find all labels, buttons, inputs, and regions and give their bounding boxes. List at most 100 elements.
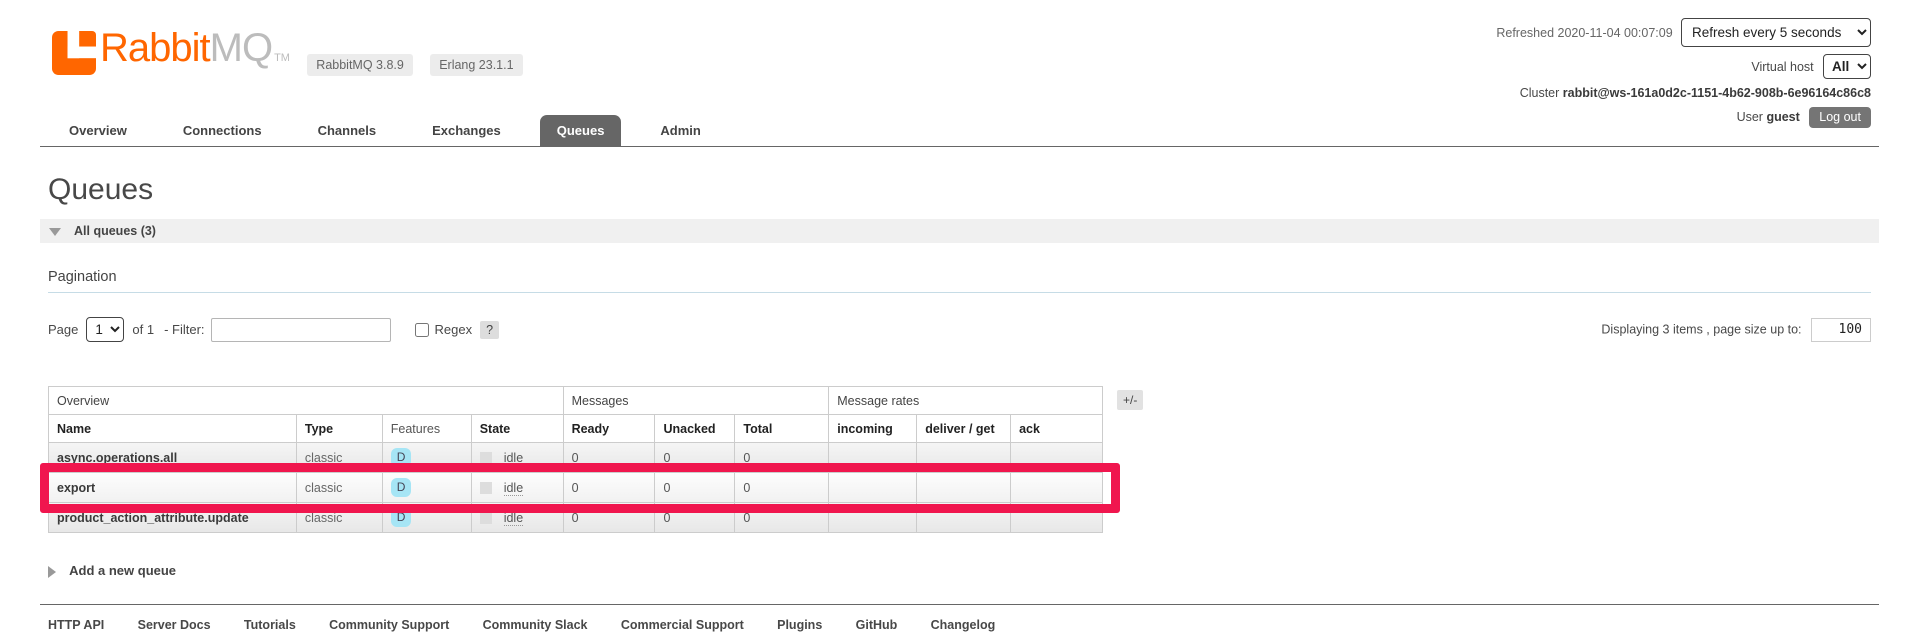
durable-badge: D (391, 508, 412, 527)
queues-table-container: Overview Messages Message rates Name Typ… (48, 386, 1103, 533)
queue-type: classic (296, 473, 382, 503)
refresh-interval-select[interactable]: Refresh every 5 seconds (1681, 18, 1871, 47)
queue-state: idle (471, 473, 563, 503)
queue-rate-incoming (829, 443, 917, 473)
queue-total-count: 0 (735, 503, 829, 533)
queue-rate-ack (1011, 503, 1103, 533)
chevron-down-icon (49, 228, 61, 236)
queue-name-link[interactable]: product_action_attribute.update (49, 503, 297, 533)
queue-rate-deliver-get (917, 443, 1011, 473)
queue-total-count: 0 (735, 443, 829, 473)
col-header-deliver-get[interactable]: deliver / get (917, 415, 1011, 443)
regex-label: Regex (435, 322, 473, 337)
regex-checkbox[interactable] (415, 323, 429, 337)
queue-ready-count: 0 (563, 473, 655, 503)
col-header-ack[interactable]: ack (1011, 415, 1103, 443)
virtual-host-select[interactable]: All (1823, 54, 1871, 79)
footer-link-plugins[interactable]: Plugins (777, 618, 822, 632)
queue-features: D (382, 503, 471, 533)
durable-badge: D (391, 478, 412, 497)
queue-type: classic (296, 443, 382, 473)
state-indicator-icon (480, 482, 492, 494)
queue-name-link[interactable]: async.operations.all (49, 443, 297, 473)
page-label: Page (48, 322, 78, 337)
footer-link-server-docs[interactable]: Server Docs (138, 618, 211, 632)
footer-link-github[interactable]: GitHub (856, 618, 898, 632)
rabbitmq-logo-icon (52, 31, 96, 78)
column-toggle-button[interactable]: +/- (1117, 390, 1143, 410)
queue-rate-ack (1011, 473, 1103, 503)
cluster-name: rabbit@ws-161a0d2c-1151-4b62-908b-6e9616… (1563, 86, 1871, 100)
state-indicator-icon (480, 452, 492, 464)
page-title: Queues (48, 173, 1871, 207)
footer: HTTP API Server Docs Tutorials Community… (40, 604, 1879, 632)
all-queues-section-toggle[interactable]: All queues (3) (40, 219, 1879, 243)
queue-rate-deliver-get (917, 473, 1011, 503)
col-header-incoming[interactable]: incoming (829, 415, 917, 443)
footer-link-commercial-support[interactable]: Commercial Support (621, 618, 744, 632)
queue-type: classic (296, 503, 382, 533)
tab-queues[interactable]: Queues (540, 115, 622, 146)
col-header-state[interactable]: State (471, 415, 563, 443)
logout-button[interactable]: Log out (1809, 107, 1871, 128)
top-bar: RabbitMQTM RabbitMQ 3.8.9 Erlang 23.1.1 … (0, 0, 1919, 112)
table-row-async-operations-all[interactable]: async.operations.all classic D idle 0 0 … (49, 443, 1103, 473)
queue-ready-count: 0 (563, 503, 655, 533)
table-row-export[interactable]: export classic D idle 0 0 0 (49, 473, 1103, 503)
tab-admin[interactable]: Admin (643, 115, 717, 146)
pagination-heading: Pagination (48, 269, 1871, 293)
page-of-label: of 1 (132, 322, 154, 337)
col-header-type[interactable]: Type (296, 415, 382, 443)
queue-features: D (382, 473, 471, 503)
state-indicator-icon (480, 512, 492, 524)
group-header-messages: Messages (563, 387, 829, 415)
col-header-total[interactable]: Total (735, 415, 829, 443)
tab-channels[interactable]: Channels (301, 115, 394, 146)
tab-overview[interactable]: Overview (52, 115, 144, 146)
regex-help-icon[interactable]: ? (480, 321, 499, 339)
queue-ready-count: 0 (563, 443, 655, 473)
queues-table: Overview Messages Message rates Name Typ… (48, 386, 1103, 533)
footer-link-changelog[interactable]: Changelog (931, 618, 996, 632)
queue-rate-deliver-get (917, 503, 1011, 533)
col-header-unacked[interactable]: Unacked (655, 415, 735, 443)
page-number-select[interactable]: 1 (86, 317, 124, 342)
tab-connections[interactable]: Connections (166, 115, 279, 146)
col-header-name[interactable]: Name (49, 415, 297, 443)
group-header-message-rates: Message rates (829, 387, 1103, 415)
queue-unacked-count: 0 (655, 473, 735, 503)
queue-state: idle (471, 443, 563, 473)
footer-link-tutorials[interactable]: Tutorials (244, 618, 296, 632)
queue-total-count: 0 (735, 473, 829, 503)
queue-rate-incoming (829, 473, 917, 503)
erlang-version-badge: Erlang 23.1.1 (430, 54, 522, 76)
queue-rate-incoming (829, 503, 917, 533)
chevron-right-icon (48, 566, 56, 578)
footer-link-community-slack[interactable]: Community Slack (483, 618, 588, 632)
all-queues-section-label: All queues (3) (74, 224, 156, 238)
add-queue-label: Add a new queue (69, 563, 176, 578)
queue-state: idle (471, 503, 563, 533)
filter-label: - Filter: (164, 322, 204, 337)
col-header-ready[interactable]: Ready (563, 415, 655, 443)
add-queue-toggle[interactable]: Add a new queue (48, 563, 1871, 578)
filter-input[interactable] (211, 318, 391, 342)
group-header-overview: Overview (49, 387, 564, 415)
queue-name-link[interactable]: export (49, 473, 297, 503)
table-row-product-action-attribute-update[interactable]: product_action_attribute.update classic … (49, 503, 1103, 533)
brand-wordmark: RabbitMQTM (100, 28, 290, 78)
queue-features: D (382, 443, 471, 473)
page-size-input[interactable] (1811, 318, 1871, 342)
footer-link-http-api[interactable]: HTTP API (48, 618, 104, 632)
rabbitmq-version-badge: RabbitMQ 3.8.9 (307, 54, 413, 76)
virtual-host-label: Virtual host (1751, 60, 1813, 74)
cluster-label: Cluster (1520, 86, 1560, 100)
header-status-area: Refreshed 2020-11-04 00:07:09 Refresh ev… (1496, 18, 1871, 135)
displaying-items-label: Displaying 3 items , page size up to: (1601, 322, 1801, 336)
queue-unacked-count: 0 (655, 503, 735, 533)
queue-unacked-count: 0 (655, 443, 735, 473)
durable-badge: D (391, 448, 412, 467)
footer-link-community-support[interactable]: Community Support (329, 618, 449, 632)
logo: RabbitMQTM RabbitMQ 3.8.9 Erlang 23.1.1 (52, 28, 523, 78)
tab-exchanges[interactable]: Exchanges (415, 115, 518, 146)
